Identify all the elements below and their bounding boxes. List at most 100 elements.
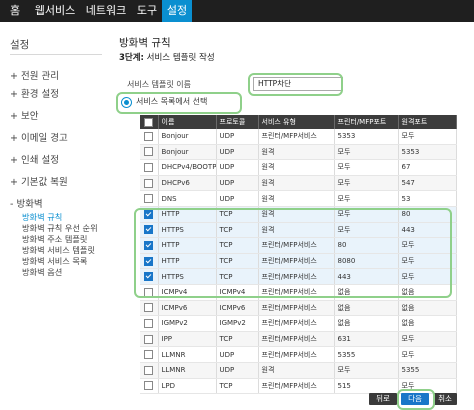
next-button[interactable]: 다음 — [401, 393, 429, 405]
tab-settings[interactable]: 설정 — [162, 0, 192, 22]
table-row[interactable]: ICMPv6 ICMPv6 프린터/MFP서비스 없음 없음 — [140, 300, 457, 317]
cell-protocol: ICMPv6 — [216, 300, 259, 317]
sidebar-item-restore-defaults[interactable]: + 기본값 복원 — [10, 174, 68, 188]
row-checkbox[interactable] — [144, 256, 154, 266]
row-checkbox[interactable] — [144, 365, 154, 375]
row-checkbox[interactable] — [144, 303, 154, 313]
cell-remote-port: 없음 — [398, 300, 457, 317]
cell-name: LLMNR — [158, 362, 217, 379]
row-checkbox[interactable] — [144, 209, 154, 219]
cell-protocol: UDP — [216, 346, 259, 363]
cell-protocol: TCP — [216, 378, 259, 395]
cell-remote-port: 없음 — [398, 315, 457, 332]
row-checkbox[interactable] — [144, 131, 154, 141]
row-checkbox[interactable] — [144, 178, 154, 188]
row-checkbox-cell[interactable] — [140, 378, 159, 395]
row-checkbox-cell[interactable] — [140, 129, 159, 145]
row-checkbox-cell[interactable] — [140, 300, 159, 317]
row-checkbox[interactable] — [144, 147, 154, 157]
sidebar-item-preferences[interactable]: + 환경 설정 — [10, 86, 59, 100]
back-button[interactable]: 뒤로 — [369, 393, 397, 405]
sidebar-item-email-alerts[interactable]: + 이메일 경고 — [10, 130, 68, 144]
table-row[interactable]: HTTPS TCP 프린터/MFP서비스 443 모두 — [140, 268, 457, 285]
select-all-checkbox[interactable] — [144, 117, 154, 127]
radio-button[interactable] — [121, 97, 132, 108]
row-checkbox-cell[interactable] — [140, 315, 159, 332]
cell-name: HTTP — [158, 206, 217, 223]
row-checkbox-cell[interactable] — [140, 284, 159, 301]
tab-web-services[interactable]: 웹서비스 — [30, 0, 80, 22]
row-checkbox-cell[interactable] — [140, 362, 159, 379]
template-name-label: 서비스 템플릿 이름 — [127, 80, 191, 89]
cancel-button[interactable]: 취소 — [433, 393, 457, 405]
cell-name: HTTP — [158, 237, 217, 254]
row-checkbox-cell[interactable] — [140, 159, 159, 176]
row-checkbox[interactable] — [144, 240, 154, 250]
tab-network[interactable]: 네트워크 — [80, 0, 132, 22]
cell-name: Bonjour — [158, 144, 217, 161]
row-checkbox-cell[interactable] — [140, 206, 159, 223]
cell-remote-port: 443 — [398, 222, 457, 239]
cell-service-type: 원격 — [258, 144, 335, 161]
sidebar-item-print-settings[interactable]: + 인쇄 설정 — [10, 152, 59, 166]
row-checkbox-cell[interactable] — [140, 222, 159, 239]
table-row[interactable]: Bonjour UDP 프린터/MFP서비스 5353 모두 — [140, 129, 457, 145]
cell-service-type: 프린터/MFP서비스 — [258, 284, 335, 301]
table-row[interactable]: DNS UDP 원격 모두 53 — [140, 190, 457, 207]
cell-printer-port: 모두 — [334, 159, 399, 176]
table-row[interactable]: HTTPS TCP 원격 모두 443 — [140, 222, 457, 239]
row-checkbox-cell[interactable] — [140, 237, 159, 254]
table-row[interactable]: HTTP TCP 프린터/MFP서비스 80 모두 — [140, 237, 457, 254]
cell-protocol: UDP — [216, 144, 259, 161]
cell-protocol: IGMPv2 — [216, 315, 259, 332]
row-checkbox[interactable] — [144, 318, 154, 328]
cell-protocol: UDP — [216, 175, 259, 192]
table-row[interactable]: IGMPv2 IGMPv2 프린터/MFP서비스 없음 없음 — [140, 315, 457, 332]
cell-remote-port: 53 — [398, 190, 457, 207]
table-row[interactable]: DHCPv6 UDP 원격 모두 547 — [140, 175, 457, 192]
cell-service-type: 프린터/MFP서비스 — [258, 129, 335, 145]
template-name-input[interactable]: HTTP차단 — [253, 77, 343, 91]
row-checkbox[interactable] — [144, 350, 154, 360]
table-row[interactable]: IPP TCP 프린터/MFP서비스 631 모두 — [140, 331, 457, 348]
row-checkbox-cell[interactable] — [140, 331, 159, 348]
cell-name: HTTP — [158, 253, 217, 270]
sidebar-item-power[interactable]: + 전원 관리 — [10, 68, 59, 82]
row-checkbox[interactable] — [144, 272, 154, 282]
table-row[interactable]: LLMNR UDP 프린터/MFP서비스 5355 모두 — [140, 346, 457, 363]
cell-remote-port: 모두 — [398, 378, 457, 395]
row-checkbox-cell[interactable] — [140, 175, 159, 192]
table-row[interactable]: LPD TCP 프린터/MFP서비스 515 모두 — [140, 378, 457, 395]
sidebar-item-firewall[interactable]: - 방화벽 — [10, 196, 43, 210]
row-checkbox[interactable] — [144, 381, 154, 391]
row-checkbox[interactable] — [144, 162, 154, 172]
cell-remote-port: 모두 — [398, 237, 457, 254]
row-checkbox[interactable] — [144, 287, 154, 297]
cell-remote-port: 없음 — [398, 284, 457, 301]
row-checkbox-cell[interactable] — [140, 253, 159, 270]
cell-protocol: TCP — [216, 268, 259, 285]
cell-protocol: UDP — [216, 129, 259, 145]
table-row[interactable]: DHCPv4/BOOTP UDP 원격 모두 67 — [140, 159, 457, 176]
header-service-type: 서비스 유형 — [258, 115, 335, 129]
tab-tools[interactable]: 도구 — [132, 0, 162, 22]
sidebar-subitem-firewall-options[interactable]: 방화벽 옵션 — [22, 266, 62, 278]
table-row[interactable]: ICMPv4 ICMPv4 프린터/MFP서비스 없음 없음 — [140, 284, 457, 301]
table-row[interactable]: Bonjour UDP 원격 모두 5353 — [140, 144, 457, 161]
row-checkbox-cell[interactable] — [140, 144, 159, 161]
table-row[interactable]: HTTP TCP 프린터/MFP서비스 8080 모두 — [140, 253, 457, 270]
tab-home[interactable]: 홈 — [0, 0, 30, 22]
row-checkbox[interactable] — [144, 334, 154, 344]
cell-printer-port: 5355 — [334, 346, 399, 363]
top-nav: 홈 웹서비스 네트워크 도구 설정 — [0, 0, 474, 22]
select-all-checkbox-cell[interactable] — [140, 115, 159, 129]
row-checkbox-cell[interactable] — [140, 346, 159, 363]
table-row[interactable]: HTTP TCP 원격 모두 80 — [140, 206, 457, 223]
row-checkbox-cell[interactable] — [140, 268, 159, 285]
row-checkbox[interactable] — [144, 194, 154, 204]
sidebar-item-security[interactable]: + 보안 — [10, 108, 38, 122]
cell-remote-port: 모두 — [398, 129, 457, 145]
table-row[interactable]: LLMNR UDP 원격 모두 5355 — [140, 362, 457, 379]
row-checkbox-cell[interactable] — [140, 190, 159, 207]
row-checkbox[interactable] — [144, 225, 154, 235]
